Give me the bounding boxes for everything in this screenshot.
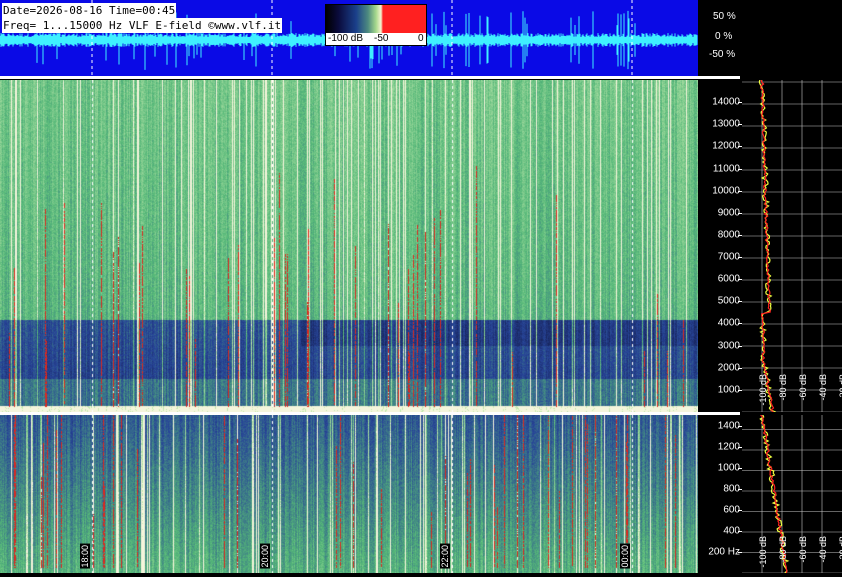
freq-main-tick-label: 9000 <box>717 207 740 219</box>
freq-zoom-tick-label: 1000 <box>717 462 740 474</box>
profile-main-db-label: -40 dB <box>818 374 828 401</box>
time-label-2000: 20:00 <box>260 544 270 569</box>
freq-zoom-tick-label: 800 <box>723 483 740 495</box>
freq-main-tick-label: 11000 <box>712 163 740 175</box>
header-frequency: Freq= 1...15000 Hz VLF E-field ©www.vlf.… <box>2 18 283 33</box>
spectrum-profile-main <box>742 79 842 413</box>
spectrogram-main <box>0 80 698 412</box>
time-label-2200: 22:00 <box>440 544 450 569</box>
profile-main-db-label: -80 dB <box>778 374 788 401</box>
freq-main-tick-label: 6000 <box>717 273 740 285</box>
freq-main-tick-label: 5000 <box>717 295 740 307</box>
freq-zoom-tick-label: 1400 <box>717 420 740 432</box>
waveform-panel: Date=2026-08-16 Time=00:45 Freq= 1...150… <box>0 0 698 76</box>
time-label-1800: 18:00 <box>80 544 90 569</box>
freq-zoom-tick-label: 200 Hz <box>708 546 740 558</box>
freq-zoom-tick-label: 600 <box>723 504 740 516</box>
freq-zoom-tick-label: 1200 <box>717 441 740 453</box>
spectrum-profile-main-plot <box>742 79 842 413</box>
color-scale-low: -100 dB <box>328 33 364 44</box>
freq-main-tick-label: 12000 <box>712 140 740 152</box>
profile-main-db-label: -100 dB <box>758 374 768 406</box>
wave-scale-minus50: -50 % <box>709 49 736 60</box>
freq-main-tick-label: 13000 <box>712 118 740 130</box>
color-scale-high: 0 <box>418 33 424 44</box>
freq-main-tick-label: 2000 <box>717 362 740 374</box>
wave-scale-0: 0 % <box>715 31 733 42</box>
spectrogram-zoom <box>0 415 698 573</box>
freq-main-tick-label: 8000 <box>717 229 740 241</box>
color-scale: -100 dB -50 0 <box>325 4 427 46</box>
spectrogram-main-canvas <box>0 80 698 412</box>
header-date-time: Date=2026-08-16 Time=00:45 <box>2 3 177 18</box>
freq-main-tick-label: 3000 <box>717 340 740 352</box>
freq-main-tick-label: 10000 <box>712 185 740 197</box>
spectrogram-zoom-canvas <box>0 415 698 573</box>
freq-zoom-tick-label: 400 <box>723 525 740 537</box>
freq-main-tick-label: 7000 <box>717 251 740 263</box>
separator-top <box>0 76 740 79</box>
freq-main-tick-label: 14000 <box>712 96 740 108</box>
profile-zoom-db-label: -80 dB <box>778 536 788 563</box>
profile-zoom-db-label: -100 dB <box>758 536 768 568</box>
header-info: Date=2026-08-16 Time=00:45 Freq= 1...150… <box>2 3 283 33</box>
profile-main-db-label: -60 dB <box>798 374 808 401</box>
freq-main-tick-label: 1000 <box>717 384 740 396</box>
color-scale-gradient <box>326 5 426 33</box>
profile-zoom-db-label: -20 dB <box>838 536 842 563</box>
wave-scale-50: 50 % <box>713 11 736 22</box>
profile-zoom-db-label: -40 dB <box>818 536 828 563</box>
time-label-0000: 00:00 <box>620 544 630 569</box>
color-scale-mid: -50 <box>374 33 389 44</box>
profile-zoom-db-label: -60 dB <box>798 536 808 563</box>
profile-main-db-label: -20 dB <box>838 374 842 401</box>
freq-main-tick-label: 4000 <box>717 317 740 329</box>
